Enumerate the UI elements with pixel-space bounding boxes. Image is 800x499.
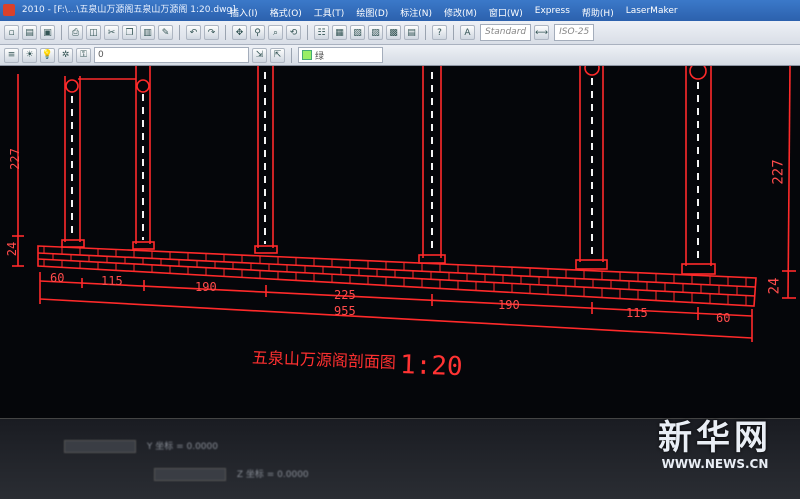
- menu-tools[interactable]: 工具(T): [314, 6, 345, 21]
- total-length-dimension: 955: [334, 304, 356, 318]
- markup-icon[interactable]: ▩: [386, 25, 401, 40]
- menu-format[interactable]: 格式(O): [270, 6, 302, 21]
- pan-icon[interactable]: ✥: [232, 25, 247, 40]
- menu-window[interactable]: 窗口(W): [489, 6, 523, 21]
- drawing-scale: 1:20: [399, 350, 464, 383]
- open-file-icon[interactable]: ▤: [22, 25, 37, 40]
- menu-express[interactable]: Express: [535, 6, 570, 21]
- new-file-icon[interactable]: ▫: [4, 25, 19, 40]
- paste-icon[interactable]: ▥: [140, 25, 155, 40]
- toolbar-separator: [425, 25, 426, 40]
- toolbar-separator: [291, 47, 292, 63]
- layer-select[interactable]: 0: [94, 47, 249, 63]
- print-icon[interactable]: ⎙: [68, 25, 83, 40]
- calculator-icon[interactable]: ▤: [404, 25, 419, 40]
- watermark-url: WWW.NEWS.CN: [661, 457, 769, 471]
- redo-icon[interactable]: ↷: [204, 25, 219, 40]
- z-coordinate-text: Z 坐标 = 0.0000: [236, 470, 309, 480]
- span-dimension: 115: [626, 306, 648, 320]
- copy-icon[interactable]: ❐: [122, 25, 137, 40]
- brick-joints: [43, 246, 747, 306]
- height-dimension-right: 227: [770, 159, 787, 185]
- coordinate-field[interactable]: [64, 440, 136, 453]
- base-dimension-right: 24: [766, 277, 783, 295]
- span-dimension: 60: [50, 271, 65, 285]
- brick-course-line: [37, 258, 756, 297]
- column-base: [681, 263, 716, 275]
- lightbulb-icon[interactable]: 💡: [40, 47, 55, 63]
- color-label: 绿: [315, 51, 325, 62]
- properties-icon[interactable]: ☷: [314, 25, 329, 40]
- color-swatch-icon: [302, 50, 312, 60]
- dim-style-icon: ⟷: [534, 25, 550, 40]
- color-select[interactable]: 绿: [298, 47, 383, 63]
- menu-modify[interactable]: 修改(M): [444, 6, 477, 21]
- help-icon[interactable]: ?: [432, 25, 447, 40]
- span-dimension: 115: [101, 274, 123, 288]
- right-dimension-line: [787, 66, 791, 299]
- make-current-icon[interactable]: ⇲: [252, 47, 267, 63]
- layer-manager-icon[interactable]: ≡: [4, 47, 19, 63]
- text-style-icon: A: [460, 25, 475, 40]
- span-dimension: 225: [334, 288, 356, 302]
- sheet-set-icon[interactable]: ▨: [368, 25, 383, 40]
- menu-dimension[interactable]: 标注(N): [400, 6, 432, 21]
- menu-help[interactable]: 帮助(H): [582, 6, 614, 21]
- layer-name: 0: [98, 50, 104, 60]
- y-coordinate-text: Y 坐标 = 0.0000: [146, 442, 218, 452]
- toolbar-separator: [225, 25, 226, 40]
- toolbar-separator: [61, 25, 62, 40]
- span-dimension: 190: [195, 280, 217, 294]
- menu-draw[interactable]: 绘图(D): [356, 6, 388, 21]
- undo-icon[interactable]: ↶: [186, 25, 201, 40]
- freeze-icon[interactable]: ✲: [58, 47, 73, 63]
- match-properties-icon[interactable]: ✎: [158, 25, 173, 40]
- span-dimension: 190: [498, 298, 520, 312]
- toolbar-separator: [453, 25, 454, 40]
- coordinate-field[interactable]: [154, 468, 226, 481]
- text-style-select[interactable]: Standard: [480, 24, 532, 41]
- menu-lasermaker[interactable]: LaserMaker: [626, 6, 678, 21]
- zoom-window-icon[interactable]: ⌕: [268, 25, 283, 40]
- height-dimension-left: 227: [7, 148, 22, 170]
- lock-icon[interactable]: ⚿: [76, 47, 91, 63]
- zoom-realtime-icon[interactable]: ⚲: [250, 25, 265, 40]
- base-dimension-left: 24: [5, 241, 20, 257]
- standard-toolbar: ▫ ▤ ▣ ⎙ ◫ ✂ ❐ ▥ ✎ ↶ ↷ ✥ ⚲ ⌕ ⟲ ☷ ▦ ▧ ▨ ▩ …: [0, 21, 800, 45]
- dim-style-select[interactable]: ISO-25: [554, 24, 595, 41]
- save-icon[interactable]: ▣: [40, 25, 55, 40]
- layer-state-icon[interactable]: ☀: [22, 47, 37, 63]
- tool-palettes-icon[interactable]: ▧: [350, 25, 365, 40]
- design-center-icon[interactable]: ▦: [332, 25, 347, 40]
- command-row: Y 坐标 = 0.0000: [60, 439, 218, 453]
- layer-previous-icon[interactable]: ⇱: [270, 47, 285, 63]
- xinhua-watermark: 新华网 WWW.NEWS.CN: [658, 410, 772, 471]
- preview-icon[interactable]: ◫: [86, 25, 101, 40]
- masonry-platform: [37, 245, 757, 307]
- menu-insert[interactable]: 插入(I): [230, 6, 258, 21]
- menu-bar: 插入(I) 格式(O) 工具(T) 绘图(D) 标注(N) 修改(M) 窗口(W…: [0, 6, 678, 21]
- drawing-caption: 五泉山万源阁剖面图: [251, 348, 397, 373]
- watermark-logo-text: 新华网: [658, 418, 772, 458]
- toolbar-separator: [307, 25, 308, 40]
- span-dimension: 60: [716, 311, 731, 325]
- cut-icon[interactable]: ✂: [104, 25, 119, 40]
- toolbar-separator: [179, 25, 180, 40]
- command-row: Z 坐标 = 0.0000: [150, 467, 309, 481]
- layers-toolbar: ≡ ☀ 💡 ✲ ⚿ 0 ⇲ ⇱ 绿: [0, 45, 800, 66]
- zoom-previous-icon[interactable]: ⟲: [286, 25, 301, 40]
